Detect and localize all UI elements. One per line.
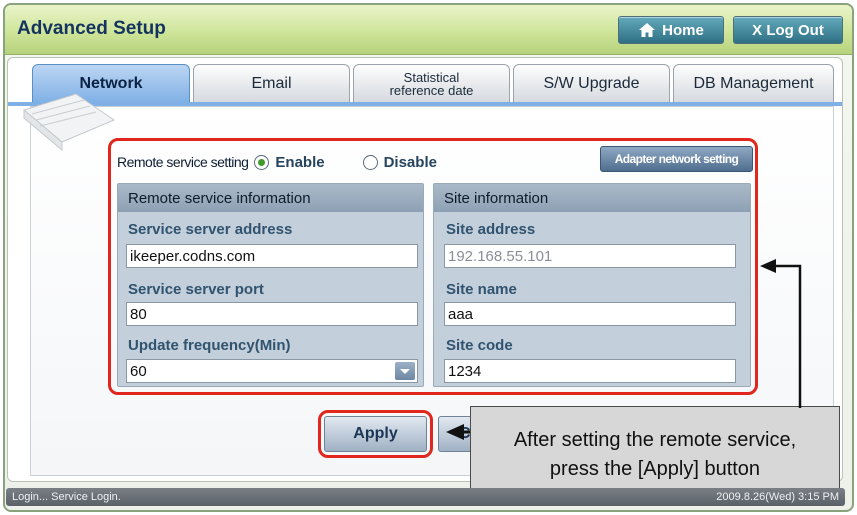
cancel-label: C	[459, 425, 471, 442]
server-address-label: Service server address	[128, 221, 293, 238]
site-address-input: 192.168.55.101	[444, 244, 736, 268]
tab-label-line2: reference date	[389, 83, 474, 98]
tab-label: DB Management	[693, 75, 814, 92]
disable-label: Disable	[383, 153, 437, 171]
remote-info-header: Remote service information	[118, 184, 423, 212]
server-port-input[interactable]: 80	[126, 302, 418, 326]
chevron-down-icon[interactable]	[395, 362, 415, 380]
tab-label: Email	[251, 75, 292, 92]
tab-statistical-reference-date[interactable]: Statistical reference date	[353, 64, 510, 103]
tab-label: S/W Upgrade	[543, 75, 640, 92]
page-title: Advanced Setup	[17, 18, 166, 39]
callout-line1: After setting the remote service,	[513, 428, 797, 451]
site-name-input[interactable]: aaa	[444, 302, 736, 326]
callout-line2: press the [Apply] button	[549, 457, 761, 480]
update-frequency-select[interactable]: 60	[126, 359, 418, 383]
site-address-label: Site address	[446, 221, 536, 238]
disable-radio[interactable]	[362, 154, 378, 170]
tab-sw-upgrade[interactable]: S/W Upgrade	[513, 64, 670, 103]
enable-label: Enable	[275, 153, 325, 171]
server-port-label: Service server port	[128, 281, 264, 298]
home-icon	[639, 23, 656, 37]
adapter-network-setting-button[interactable]: Adapter network setting	[600, 146, 753, 172]
logout-label: X Log Out	[752, 21, 824, 39]
status-bar: Login... Service Login. 2009.8.26(Wed) 3…	[6, 488, 845, 506]
update-frequency-label: Update frequency(Min)	[128, 337, 291, 354]
tab-email[interactable]: Email	[193, 64, 350, 103]
home-label: Home	[662, 21, 704, 39]
tab-db-management[interactable]: DB Management	[673, 64, 834, 103]
remote-service-label: Remote service setting	[117, 154, 249, 170]
site-code-input[interactable]: 1234	[444, 359, 736, 383]
enable-radio[interactable]	[254, 154, 270, 170]
title-bar: Advanced Setup Home X Log Out	[5, 5, 852, 55]
site-code-label: Site code	[446, 337, 513, 354]
apply-button[interactable]: Apply	[324, 416, 427, 452]
air-conditioner-illustration	[22, 93, 116, 152]
server-address-input[interactable]: ikeeper.codns.com	[126, 244, 418, 268]
site-name-label: Site name	[446, 281, 517, 298]
status-clock: 2009.8.26(Wed) 3:15 PM	[716, 491, 839, 503]
site-info-header: Site information	[434, 184, 750, 212]
update-frequency-value: 60	[130, 362, 147, 380]
remote-service-setting: Remote service setting Enable Disable	[117, 151, 437, 173]
status-left: Login... Service Login.	[12, 491, 121, 503]
logout-button[interactable]: X Log Out	[733, 16, 843, 44]
home-button[interactable]: Home	[618, 16, 724, 44]
